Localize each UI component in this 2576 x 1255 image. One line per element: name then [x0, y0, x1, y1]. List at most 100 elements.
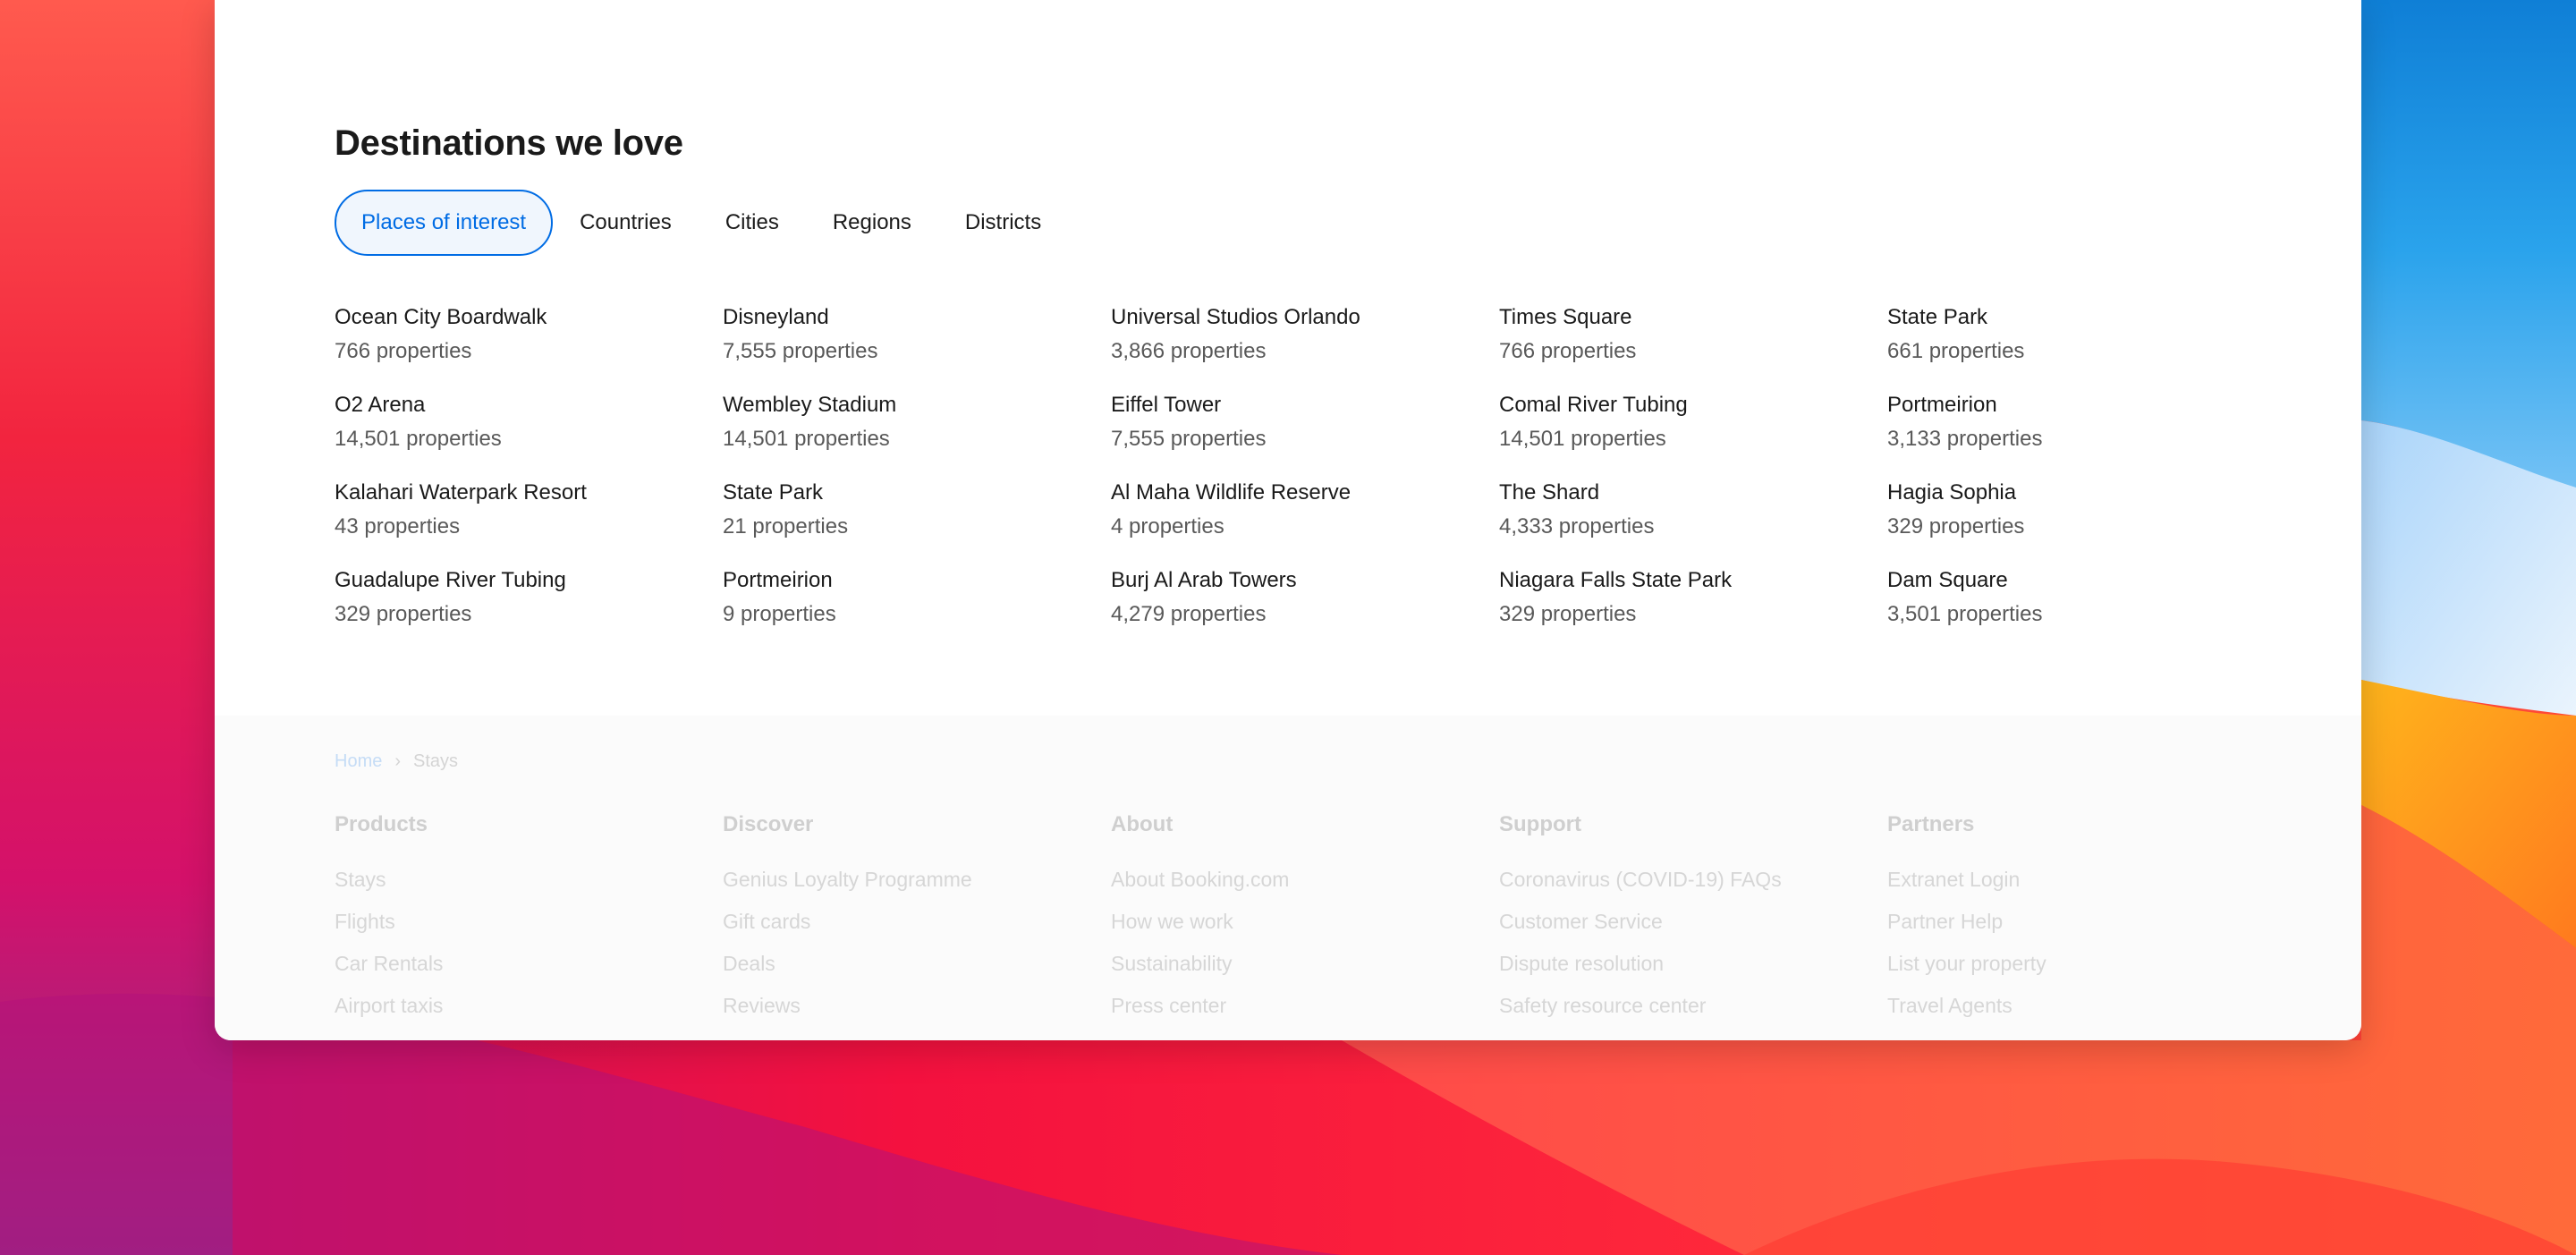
footer-link[interactable]: List your property	[1887, 943, 2275, 985]
destination-name: Burj Al Arab Towers	[1111, 568, 1297, 592]
destination-name: The Shard	[1499, 480, 1600, 505]
destination-name: Niagara Falls State Park	[1499, 568, 1733, 592]
footer-link[interactable]: Deals	[723, 943, 1111, 985]
footer-column-title: Products	[335, 812, 428, 836]
destination-name: Eiffel Tower	[1111, 393, 1222, 417]
destination-name: Disneyland	[723, 305, 829, 329]
property-count: 21 properties	[723, 514, 849, 538]
destination-link[interactable]: O2 Arena 14,501 properties	[335, 388, 723, 456]
footer-link[interactable]: How we work	[1111, 901, 1499, 943]
footer-link[interactable]: Flights	[335, 901, 723, 943]
destination-link[interactable]: State Park 21 properties	[723, 476, 1111, 544]
destination-link[interactable]: Dam Square 3,501 properties	[1887, 564, 2275, 632]
footer-columns: Products Stays Flights Car Rentals Airpo…	[335, 812, 2275, 1027]
breadcrumb-home-link[interactable]: Home	[335, 751, 382, 772]
footer-link[interactable]: About Booking.com	[1111, 859, 1499, 901]
destination-name: Portmeirion	[1887, 393, 1997, 417]
destination-link[interactable]: Portmeirion 3,133 properties	[1887, 388, 2275, 456]
footer-column-title: Discover	[723, 812, 814, 836]
property-count: 4,333 properties	[1499, 514, 1655, 538]
property-count: 14,501 properties	[335, 427, 502, 451]
destination-name: O2 Arena	[335, 393, 426, 417]
property-count: 4 properties	[1111, 514, 1224, 538]
tab-cities[interactable]: Cities	[699, 190, 806, 256]
destination-link[interactable]: Kalahari Waterpark Resort 43 properties	[335, 476, 723, 544]
footer-link[interactable]: Coronavirus (COVID-19) FAQs	[1499, 859, 1887, 901]
breadcrumb-current: Stays	[413, 751, 459, 771]
chevron-right-icon: ›	[394, 751, 402, 771]
destination-link[interactable]: Universal Studios Orlando 3,866 propertie…	[1111, 301, 1499, 369]
destination-link[interactable]: Comal River Tubing 14,501 properties	[1499, 388, 1887, 456]
destination-link[interactable]: Disneyland 7,555 properties	[723, 301, 1111, 369]
destination-tabs: Places of interest Countries Cities Regi…	[335, 190, 1068, 256]
destination-link[interactable]: Wembley Stadium 14,501 properties	[723, 388, 1111, 456]
footer-column-title: About	[1111, 812, 1174, 836]
footer-link[interactable]: Press center	[1111, 985, 1499, 1027]
destination-name: Kalahari Waterpark Resort	[335, 480, 587, 505]
property-count: 3,501 properties	[1887, 602, 2043, 626]
destination-name: State Park	[1887, 305, 1988, 329]
footer-column-discover: Discover Genius Loyalty Programme Gift c…	[723, 812, 1111, 1027]
destination-link[interactable]: Ocean City Boardwalk 766 properties	[335, 301, 723, 369]
destination-name: Dam Square	[1887, 568, 2008, 592]
footer-link[interactable]: Travel Agents	[1887, 985, 2275, 1027]
destination-link[interactable]: The Shard 4,333 properties	[1499, 476, 1887, 544]
destination-link[interactable]: Burj Al Arab Towers 4,279 properties	[1111, 564, 1499, 632]
footer-column-title: Partners	[1887, 812, 1975, 836]
destination-link[interactable]: State Park 661 properties	[1887, 301, 2275, 369]
site-footer: Home › Stays Products Stays Flights Car …	[215, 716, 2361, 1040]
property-count: 7,555 properties	[1111, 427, 1267, 451]
footer-link[interactable]: Extranet Login	[1887, 859, 2275, 901]
footer-link[interactable]: Sustainability	[1111, 943, 1499, 985]
footer-link[interactable]: Dispute resolution	[1499, 943, 1887, 985]
tab-places-of-interest[interactable]: Places of interest	[335, 190, 554, 256]
destinations-grid: Ocean City Boardwalk 766 properties Disne…	[335, 301, 2275, 632]
property-count: 766 properties	[335, 339, 472, 363]
property-count: 43 properties	[335, 514, 461, 538]
footer-link[interactable]: Car Rentals	[335, 943, 723, 985]
property-count: 4,279 properties	[1111, 602, 1267, 626]
destination-name: Guadalupe River Tubing	[335, 568, 566, 592]
destination-name: State Park	[723, 480, 824, 505]
footer-link[interactable]: Customer Service	[1499, 901, 1887, 943]
property-count: 329 properties	[335, 602, 472, 626]
footer-link[interactable]: Safety resource center	[1499, 985, 1887, 1027]
property-count: 661 properties	[1887, 339, 2025, 363]
footer-column-support: Support Coronavirus (COVID-19) FAQs Cust…	[1499, 812, 1887, 1027]
destination-name: Universal Studios Orlando	[1111, 305, 1360, 329]
destination-link[interactable]: Times Square 766 properties	[1499, 301, 1887, 369]
property-count: 3,133 properties	[1887, 427, 2043, 451]
app-window: Destinations we love Places of interest …	[215, 0, 2361, 1040]
destination-link[interactable]: Al Maha Wildlife Reserve 4 properties	[1111, 476, 1499, 544]
breadcrumb: Home › Stays	[335, 751, 458, 772]
destination-link[interactable]: Eiffel Tower 7,555 properties	[1111, 388, 1499, 456]
footer-link[interactable]: Gift cards	[723, 901, 1111, 943]
footer-column-about: About About Booking.com How we work Sust…	[1111, 812, 1499, 1027]
footer-link[interactable]: Stays	[335, 859, 723, 901]
destination-link[interactable]: Guadalupe River Tubing 329 properties	[335, 564, 723, 632]
footer-link[interactable]: Reviews	[723, 985, 1111, 1027]
footer-column-title: Support	[1499, 812, 1581, 836]
property-count: 329 properties	[1499, 602, 1637, 626]
tab-regions[interactable]: Regions	[806, 190, 938, 256]
destination-name: Times Square	[1499, 305, 1632, 329]
footer-column-partners: Partners Extranet Login Partner Help Lis…	[1887, 812, 2275, 1027]
destination-name: Ocean City Boardwalk	[335, 305, 547, 329]
footer-link[interactable]: Airport taxis	[335, 985, 723, 1027]
footer-link[interactable]: Genius Loyalty Programme	[723, 859, 1111, 901]
destination-link[interactable]: Niagara Falls State Park 329 properties	[1499, 564, 1887, 632]
property-count: 9 properties	[723, 602, 836, 626]
destination-link[interactable]: Hagia Sophia 329 properties	[1887, 476, 2275, 544]
destination-name: Al Maha Wildlife Reserve	[1111, 480, 1352, 505]
destination-link[interactable]: Portmeirion 9 properties	[723, 564, 1111, 632]
property-count: 329 properties	[1887, 514, 2025, 538]
destination-name: Hagia Sophia	[1887, 480, 2017, 505]
destination-name: Wembley Stadium	[723, 393, 897, 417]
footer-link[interactable]: Partner Help	[1887, 901, 2275, 943]
property-count: 14,501 properties	[723, 427, 890, 451]
property-count: 7,555 properties	[723, 339, 878, 363]
destination-name: Portmeirion	[723, 568, 833, 592]
tab-districts[interactable]: Districts	[938, 190, 1068, 256]
property-count: 14,501 properties	[1499, 427, 1666, 451]
tab-countries[interactable]: Countries	[553, 190, 699, 256]
